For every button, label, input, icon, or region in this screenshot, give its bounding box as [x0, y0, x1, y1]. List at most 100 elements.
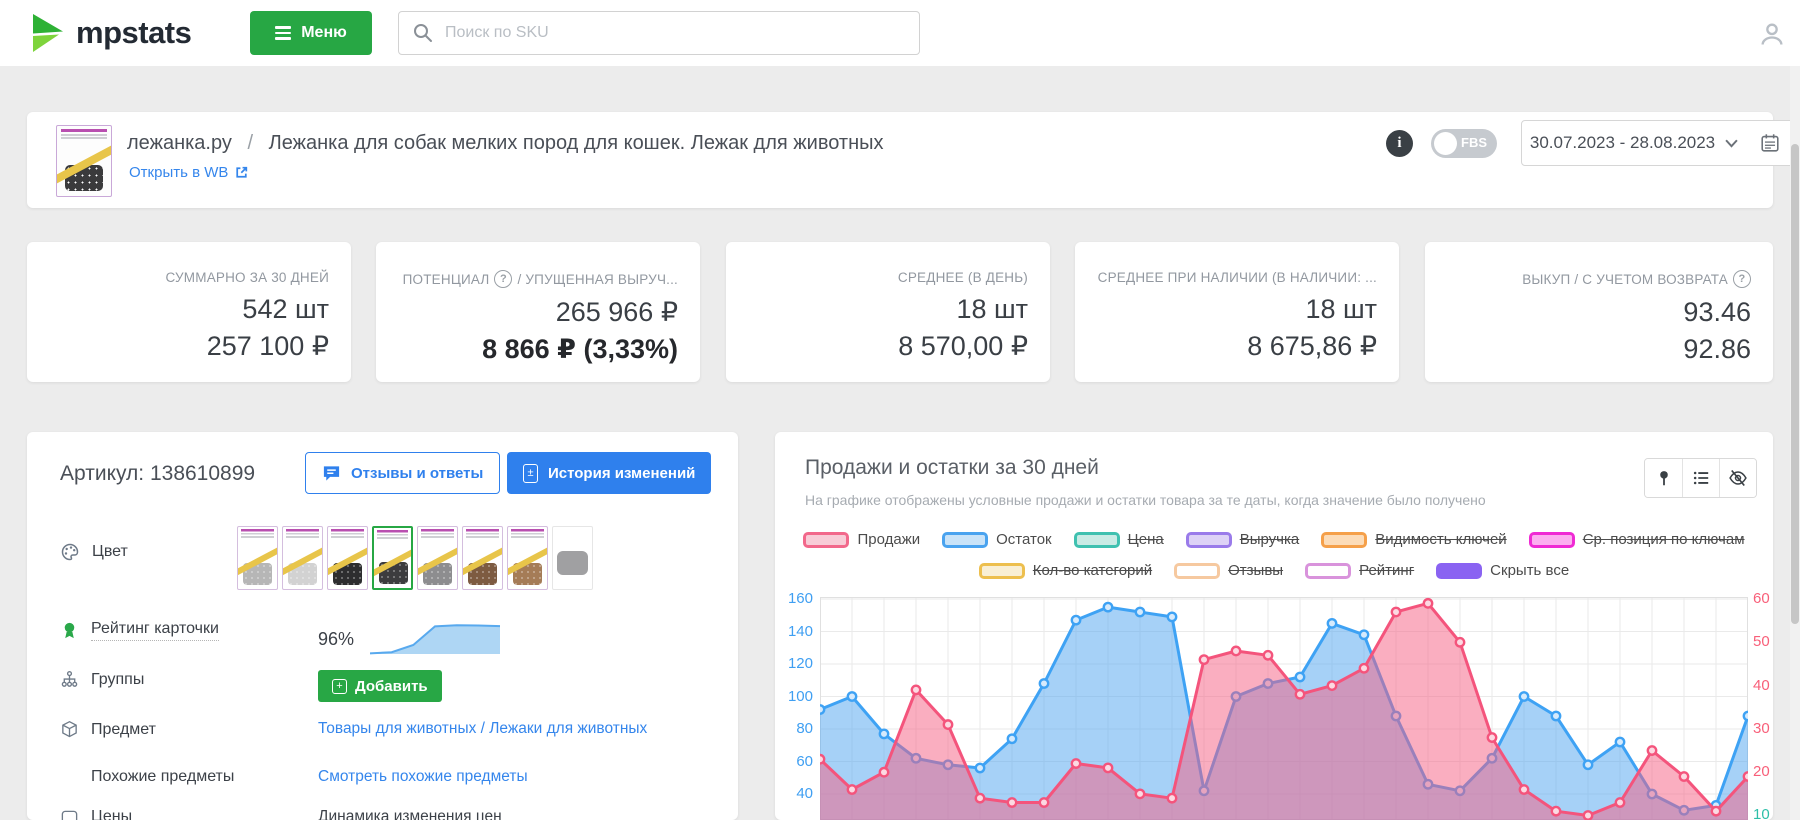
color-variants [237, 526, 593, 590]
similar-row: Похожие предметы Смотреть похожие предме… [60, 768, 738, 786]
shop-name: лежанка.ру [127, 132, 232, 154]
legend-swatch-icon [1305, 563, 1351, 579]
legend-swatch-icon [979, 563, 1025, 579]
color-thumb[interactable] [372, 526, 413, 590]
stat-label-2: / УПУЩЕННАЯ ВЫРУЧ... [517, 272, 678, 287]
color-thumb[interactable] [417, 526, 458, 590]
rating-sparkline [370, 620, 500, 658]
calendar-icon [1759, 132, 1781, 154]
product-details-panel: Артикул: 138610899 Отзывы и ответы ± Ист… [27, 432, 738, 820]
menu-button[interactable]: Меню [250, 11, 372, 55]
left-axis-tick: 100 [775, 688, 813, 705]
legend-swatch-icon [1186, 532, 1232, 548]
legend-swatch-icon [1174, 563, 1220, 579]
groups-icon [60, 670, 79, 689]
brand-logo[interactable]: mpstats [30, 13, 191, 53]
open-in-wb-label: Открыть в WB [129, 164, 228, 181]
rating-value: 96% [318, 629, 354, 650]
list-icon [1692, 469, 1710, 487]
stat-value-revenue: 8 570,00 ₽ [744, 331, 1028, 362]
page: mpstats Меню лежанка.ру / Лежанка для со… [0, 0, 1800, 820]
chart-subtitle: На графике отображены условные продажи и… [805, 492, 1486, 508]
legend-item[interactable]: Продажи [803, 531, 920, 548]
color-thumb[interactable] [462, 526, 503, 590]
legend-list-button[interactable] [1682, 459, 1719, 497]
scrollbar-thumb[interactable] [1791, 144, 1799, 624]
pin-icon [1655, 469, 1673, 487]
chat-icon [322, 464, 341, 483]
legend-label: Видимость ключей [1375, 531, 1506, 548]
add-group-label: Добавить [355, 678, 428, 695]
palette-icon [60, 542, 80, 562]
legend-label: Цена [1128, 531, 1164, 548]
sku-search [398, 11, 920, 55]
legend-swatch-icon [942, 532, 988, 548]
color-thumb[interactable] [507, 526, 548, 590]
help-icon[interactable]: ? [494, 270, 512, 288]
legend-swatch-icon [1321, 532, 1367, 548]
stat-card-average: СРЕДНЕЕ (В ДЕНЬ) 18 шт 8 570,00 ₽ [726, 242, 1050, 382]
color-thumb[interactable] [552, 526, 593, 590]
stat-value-units: 18 шт [1093, 294, 1377, 325]
legend-label: Кол-во категорий [1033, 562, 1152, 579]
legend-item[interactable]: Скрыть все [1436, 562, 1569, 579]
stat-value-units: 18 шт [744, 294, 1028, 325]
legend-item[interactable]: Рейтинг [1305, 562, 1414, 579]
fbs-toggle[interactable]: FBS [1431, 129, 1497, 158]
legend-item[interactable]: Видимость ключей [1321, 531, 1506, 548]
legend-label: Остаток [996, 531, 1052, 548]
history-button-label: История изменений [548, 465, 695, 482]
hide-series-button[interactable] [1719, 459, 1756, 497]
right-axis-tick: 20 [1753, 763, 1773, 780]
plus-icon: + [332, 679, 347, 694]
legend-label: Рейтинг [1359, 562, 1414, 579]
stat-value-buyout-returns: 92.86 [1443, 334, 1751, 365]
left-axis-tick: 40 [775, 785, 813, 802]
legend-item[interactable]: Отзывы [1174, 562, 1283, 579]
color-thumb[interactable] [282, 526, 323, 590]
history-button[interactable]: ± История изменений [507, 452, 711, 494]
color-thumb[interactable] [237, 526, 278, 590]
search-input[interactable] [443, 23, 905, 43]
legend-label: Отзывы [1228, 562, 1283, 579]
legend-item[interactable]: Остаток [942, 531, 1052, 548]
open-in-wb-link[interactable]: Открыть в WB [129, 164, 249, 181]
pin-markers-button[interactable] [1645, 459, 1682, 497]
legend-label: Выручка [1240, 531, 1300, 548]
info-icon[interactable]: i [1386, 130, 1413, 157]
rating-label: Рейтинг карточки [91, 620, 219, 641]
legend-swatch-icon [1529, 532, 1575, 548]
stat-label: СРЕДНЕЕ (В ДЕНЬ) [744, 270, 1028, 285]
date-range-picker[interactable]: 30.07.2023 - 28.08.2023 [1521, 120, 1747, 166]
stat-card-total: СУММАРНО ЗА 30 ДНЕЙ 542 шт 257 100 ₽ [27, 242, 351, 382]
product-header: лежанка.ру / Лежанка для собак мелких по… [27, 112, 1773, 208]
subject-category-link[interactable]: Товары для животных / Лежаки для животны… [318, 720, 647, 738]
legend-swatch-icon [803, 532, 849, 548]
rating-row: Рейтинг карточки 96% [60, 620, 720, 641]
legend-item[interactable]: Цена [1074, 531, 1164, 548]
prices-link[interactable]: Динамика изменения цен [318, 808, 502, 820]
similar-items-link[interactable]: Смотреть похожие предметы [318, 768, 528, 786]
legend-item[interactable]: Кол-во категорий [979, 562, 1152, 579]
add-group-button[interactable]: + Добавить [318, 670, 442, 702]
calendar-button[interactable] [1746, 120, 1794, 166]
stat-card-average-instock: СРЕДНЕЕ ПРИ НАЛИЧИИ (В НАЛИЧИИ: ... 18 ш… [1075, 242, 1399, 382]
product-thumbnail[interactable] [56, 125, 112, 197]
mpstats-logo-icon [30, 13, 66, 53]
legend-item[interactable]: Ср. позиция по ключам [1529, 531, 1745, 548]
chart-plot-area[interactable] [820, 597, 1748, 820]
scrollbar-track[interactable] [1790, 66, 1800, 820]
prices-label: Цены [91, 808, 132, 820]
help-icon[interactable]: ? [1733, 270, 1751, 288]
legend-item[interactable]: Выручка [1186, 531, 1300, 548]
stat-label: СРЕДНЕЕ ПРИ НАЛИЧИИ (В НАЛИЧИИ: ... [1093, 270, 1377, 285]
similar-label: Похожие предметы [91, 768, 234, 786]
reviews-button[interactable]: Отзывы и ответы [305, 452, 500, 494]
right-axis-tick: 40 [1753, 677, 1773, 694]
legend-swatch-icon [1436, 563, 1482, 579]
stat-label: ПОТЕНЦИАЛ [403, 272, 490, 287]
color-thumb[interactable] [327, 526, 368, 590]
date-range-value: 30.07.2023 - 28.08.2023 [1530, 133, 1715, 153]
user-icon[interactable] [1758, 20, 1786, 48]
price-tag-icon [60, 809, 79, 820]
